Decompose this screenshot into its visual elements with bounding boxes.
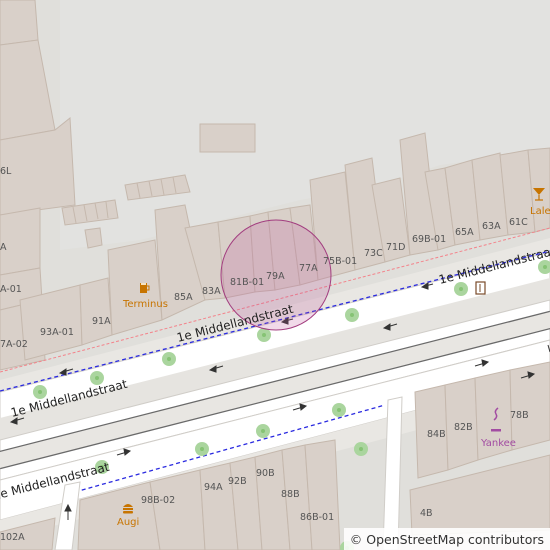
house-number: 94A bbox=[204, 482, 223, 493]
house-number: 75B-01 bbox=[323, 256, 357, 267]
osm-contributors-link[interactable]: OpenStreetMap contributors bbox=[366, 532, 544, 547]
house-number: 91A bbox=[92, 316, 111, 327]
house-number: 4B bbox=[420, 508, 433, 519]
house-number: 85A bbox=[174, 292, 193, 303]
house-number: 6L bbox=[0, 166, 12, 177]
poi-label: Augi bbox=[117, 517, 139, 528]
house-number: 102A bbox=[0, 532, 25, 543]
house-number: 86B-01 bbox=[300, 512, 334, 523]
house-number: 61C bbox=[509, 217, 528, 228]
tree-icon bbox=[256, 424, 270, 438]
house-number: 7A-02 bbox=[0, 339, 28, 350]
house-number: 65A bbox=[455, 227, 474, 238]
house-number: 98B-02 bbox=[141, 495, 175, 506]
tree-icon bbox=[257, 328, 271, 342]
tree-icon bbox=[454, 282, 468, 296]
poi-label: Terminus bbox=[122, 299, 168, 310]
house-number: 84B bbox=[427, 429, 446, 440]
poi-label: Lale bbox=[530, 206, 550, 217]
tree-icon bbox=[354, 442, 368, 456]
house-number: A-01 bbox=[0, 284, 22, 295]
tree-icon bbox=[162, 352, 176, 366]
house-number: 73C bbox=[364, 248, 383, 259]
house-number: 78B bbox=[510, 410, 529, 421]
house-number: 93A-01 bbox=[40, 327, 74, 338]
house-number: 71D bbox=[386, 242, 405, 253]
tree-icon bbox=[332, 403, 346, 417]
map-view[interactable]: 1e Middellandstraat 1e Middellandstraat … bbox=[0, 0, 550, 550]
house-number: 90B bbox=[256, 468, 275, 479]
tree-icon bbox=[195, 442, 209, 456]
map-canvas: 1e Middellandstraat 1e Middellandstraat … bbox=[0, 0, 550, 550]
house-number: 63A bbox=[482, 221, 501, 232]
house-number: 83A bbox=[202, 286, 221, 297]
poi-label: Yankee bbox=[480, 438, 516, 449]
map-attribution: © OpenStreetMap contributors bbox=[343, 528, 550, 550]
tree-icon bbox=[345, 308, 359, 322]
house-number: A bbox=[0, 242, 7, 253]
house-number: 79A bbox=[266, 271, 285, 282]
house-number: 77A bbox=[299, 263, 318, 274]
house-number: 69B-01 bbox=[412, 234, 446, 245]
copyright-symbol: © bbox=[349, 531, 363, 547]
house-number: 81B-01 bbox=[230, 277, 264, 288]
house-number: 82B bbox=[454, 422, 473, 433]
house-number: 92B bbox=[228, 476, 247, 487]
house-number: 88B bbox=[281, 489, 300, 500]
